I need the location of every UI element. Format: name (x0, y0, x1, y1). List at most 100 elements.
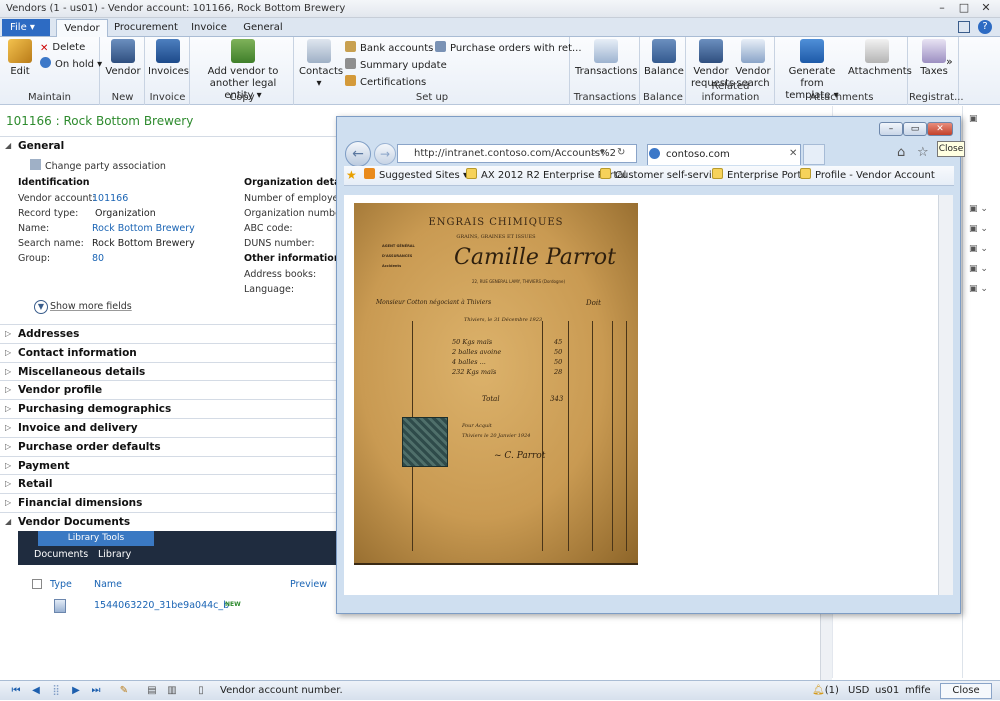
favorites-star-icon[interactable]: ★ (346, 166, 357, 185)
show-more-fields-button[interactable]: ▼ Show more fields (34, 300, 132, 314)
fav-customer-self-service[interactable]: Customer self-service (600, 166, 723, 185)
column-preview[interactable]: Preview (290, 579, 327, 590)
factbox-toggle-icon[interactable]: ▣ ⌄ (969, 264, 997, 278)
change-party-association-button[interactable]: Change party association (30, 159, 166, 172)
browser-tab[interactable]: contoso.com (647, 144, 801, 165)
factbox-toggle-icon[interactable]: ▣ ⌄ (969, 224, 997, 238)
document-link[interactable]: 1544063220_31be9a044c_b (94, 600, 229, 611)
record-grid-icon[interactable]: ⣿ (50, 685, 62, 697)
layout-icon[interactable] (958, 21, 970, 33)
section-purchase-order-defaults[interactable]: ▷ Purchase order defaults (0, 437, 336, 455)
section-payment[interactable]: ▷ Payment (0, 456, 336, 474)
browser-minimize-icon[interactable]: – (879, 122, 903, 136)
browser-close-icon[interactable]: ✕ (927, 122, 953, 136)
tab-documents[interactable]: Documents (34, 549, 88, 560)
vendor-requests-icon (699, 39, 723, 63)
details-view-icon[interactable]: ▤ (146, 685, 158, 697)
name-value[interactable]: Rock Bottom Brewery (92, 223, 195, 234)
grid-view-icon[interactable]: ▥ (166, 685, 178, 697)
balance-button[interactable]: Balance (643, 39, 685, 78)
group-invoice: Invoices Invoice (146, 37, 190, 105)
contacts-button[interactable]: Contacts ▾ (299, 39, 343, 90)
certifications-icon (345, 75, 356, 86)
section-miscellaneous-details[interactable]: ▷ Miscellaneous details (0, 362, 336, 380)
section-retail[interactable]: ▷ Retail (0, 474, 336, 492)
vendor-account-value[interactable]: 101166 (92, 193, 128, 204)
close-window-icon[interactable]: ✕ (976, 1, 996, 16)
section-contact-information[interactable]: ▷ Contact information (0, 343, 336, 361)
tab-invoice[interactable]: Invoice (184, 19, 234, 37)
section-vendor-profile[interactable]: ▷ Vendor profile (0, 380, 336, 398)
column-name[interactable]: Name (94, 579, 122, 590)
invoices-button[interactable]: Invoices (148, 39, 189, 78)
section-addresses[interactable]: ▷ Addresses (0, 324, 336, 342)
tab-vendor[interactable]: Vendor (56, 19, 108, 37)
delete-button[interactable]: ✕ Delete (40, 41, 85, 54)
close-tab-icon[interactable]: ✕ (789, 148, 797, 159)
page-icon (466, 168, 477, 179)
maximize-icon[interactable]: □ (954, 1, 974, 16)
edit-mode-icon[interactable]: ✎ (118, 685, 130, 697)
edit-button[interactable]: Edit (6, 39, 34, 78)
page-icon (800, 168, 811, 179)
close-button[interactable]: Close (940, 683, 992, 699)
purchase-orders-with-returns-button[interactable]: Purchase orders with ret... (435, 41, 582, 55)
group-copy: Add vendor to another legal entity ▾ Copy (191, 37, 294, 105)
tab-library[interactable]: Library (98, 549, 131, 560)
notifications-indicator[interactable]: 🔔︎(1) (812, 681, 839, 701)
fav-enterprise-portal[interactable]: Enterprise Portal (712, 166, 810, 185)
group-value[interactable]: 80 (92, 253, 104, 264)
fav-suggested-sites[interactable]: Suggested Sites ▾ (364, 166, 468, 185)
help-icon[interactable]: ? (978, 20, 992, 34)
refresh-icon[interactable]: ↻ (617, 147, 625, 158)
first-record-icon[interactable]: ⏮ (10, 685, 22, 697)
browser-restore-icon[interactable]: ▭ (903, 122, 927, 136)
section-vendor-documents[interactable]: ◢ Vendor Documents (0, 512, 336, 530)
company-indicator[interactable]: us01 (875, 681, 899, 701)
browser-scrollbar[interactable] (938, 195, 953, 595)
favorites-star-icon[interactable]: ☆ (917, 145, 929, 160)
select-all-checkbox[interactable] (32, 579, 42, 589)
minimize-icon[interactable]: – (932, 1, 952, 16)
on-hold-button[interactable]: On hold ▾ (40, 57, 102, 71)
home-icon[interactable]: ⌂ (897, 145, 905, 160)
tab-general[interactable]: General (236, 19, 290, 37)
address-search-icon[interactable]: ⌕ ▾ (591, 147, 605, 158)
ribbon-overflow-icon[interactable]: » (946, 55, 953, 68)
section-purchasing-demographics[interactable]: ▷ Purchasing demographics (0, 399, 336, 417)
factbox-toggle-icon[interactable]: ▣ ⌄ (969, 204, 997, 218)
other-information-heading: Other information (244, 253, 341, 264)
new-tab-button[interactable] (803, 144, 825, 165)
factbox-toggle-icon[interactable]: ▣ (969, 114, 997, 128)
column-type[interactable]: Type (50, 579, 72, 590)
invoice-total: 343 (550, 395, 564, 403)
fav-profile-vendor-account[interactable]: Profile - Vendor Account (800, 166, 935, 185)
next-record-icon[interactable]: ▶ (70, 685, 82, 697)
currency-indicator[interactable]: USD (848, 681, 869, 701)
document-handling-icon[interactable]: ▯ (195, 685, 207, 697)
back-arrow-icon[interactable]: ← (345, 141, 371, 167)
file-menu-button[interactable]: File ▾ (2, 19, 50, 36)
tab-procurement[interactable]: Procurement (110, 19, 182, 37)
factbox-toggle-icon[interactable]: ▣ ⌄ (969, 284, 997, 298)
invoice-signature-title: Camille Parrot (454, 245, 616, 270)
new-vendor-button[interactable]: Vendor (105, 39, 141, 78)
collapse-triangle-icon: ◢ (5, 517, 12, 526)
summary-update-button[interactable]: Summary update (345, 58, 447, 72)
documents-scrollbar[interactable] (820, 605, 832, 680)
forward-arrow-icon[interactable]: → (374, 143, 396, 165)
section-financial-dimensions[interactable]: ▷ Financial dimensions (0, 493, 336, 511)
certifications-button[interactable]: Certifications (345, 75, 426, 89)
last-record-icon[interactable]: ⏭ (90, 685, 102, 697)
section-invoice-and-delivery[interactable]: ▷ Invoice and delivery (0, 418, 336, 436)
factbox-toggle-icon[interactable]: ▣ ⌄ (969, 244, 997, 258)
section-general[interactable]: ◢ General (0, 136, 336, 154)
transactions-button[interactable]: Transactions (575, 39, 637, 78)
search-name-value[interactable]: Rock Bottom Brewery (92, 238, 195, 249)
previous-record-icon[interactable]: ◀ (30, 685, 42, 697)
vendor-search-icon (741, 39, 765, 63)
attachments-button[interactable]: Attachments (848, 39, 912, 78)
status-message: Vendor account number. (220, 685, 343, 696)
bank-accounts-button[interactable]: Bank accounts (345, 41, 433, 55)
ie-favicon-icon (649, 148, 660, 159)
